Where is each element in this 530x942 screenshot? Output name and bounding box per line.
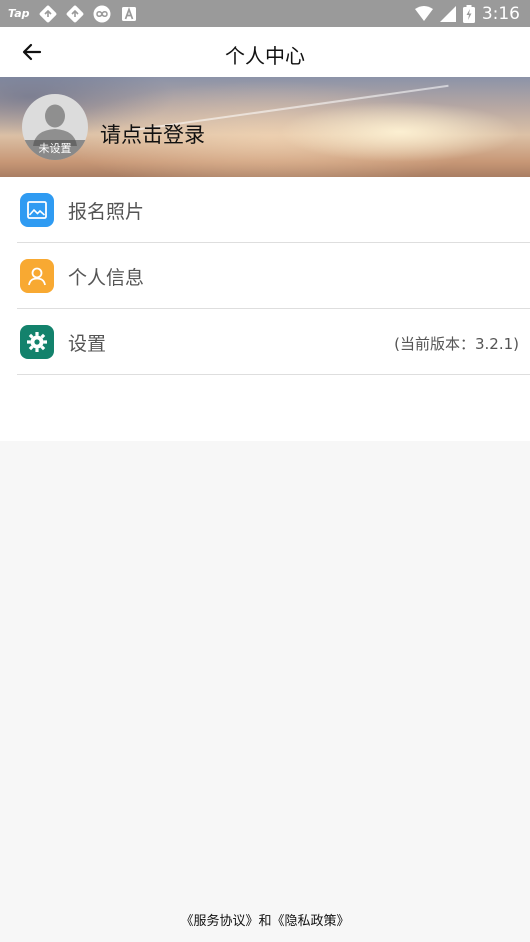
menu-list: 报名照片 个人信息 设置 (当前版本：3.2.1) (0, 177, 530, 441)
menu-item-personal-info[interactable]: 个人信息 (0, 243, 530, 309)
menu-item-label: 设置 (68, 333, 107, 355)
gear-hole (34, 339, 40, 345)
menu-item-icon-bg (20, 193, 54, 227)
person-icon (28, 267, 46, 286)
sync-icon-2 (66, 5, 83, 22)
status-bar-notifications: Tap (8, 4, 138, 23)
a-icon (121, 6, 136, 21)
image-icon (27, 201, 47, 219)
infinity-icon (93, 5, 110, 22)
version-text: (当前版本：3.2.1) (394, 335, 519, 353)
menu-item-icon-bg (20, 259, 54, 293)
sync-icon (39, 5, 56, 22)
battery-icon (462, 4, 475, 23)
profile-banner: 未设置 请点击登录 (0, 77, 530, 177)
avatar[interactable]: 未设置 (22, 94, 88, 160)
menu-item-settings[interactable]: 设置 (当前版本：3.2.1) (0, 309, 530, 375)
service-agreement-link[interactable]: 《服务协议》 (180, 914, 258, 929)
menu-item-icon-bg (20, 325, 54, 359)
tap-app-icon: Tap (8, 7, 30, 20)
gear-icon (27, 332, 47, 352)
status-bar: Tap 3:16 (0, 0, 530, 27)
menu-item-label: 个人信息 (68, 267, 145, 289)
login-prompt[interactable]: 请点击登录 (100, 119, 205, 149)
clock: 3:16 (481, 3, 520, 24)
menu-item-registration-photo[interactable]: 报名照片 (0, 177, 530, 243)
status-bar-system: 3:16 (414, 3, 520, 24)
page-title: 个人中心 (225, 44, 305, 68)
footer-links: 《服务协议》和《隐私政策》 (0, 910, 530, 929)
privacy-policy-link[interactable]: 《隐私政策》 (272, 914, 350, 929)
avatar-caption: 未设置 (22, 140, 88, 160)
app-bar: 个人中心 (0, 27, 530, 77)
divider (17, 374, 530, 375)
footer-and-text: 和 (258, 914, 272, 929)
wifi-icon (414, 5, 433, 21)
signal-icon (439, 5, 456, 22)
menu-item-label: 报名照片 (68, 201, 145, 223)
